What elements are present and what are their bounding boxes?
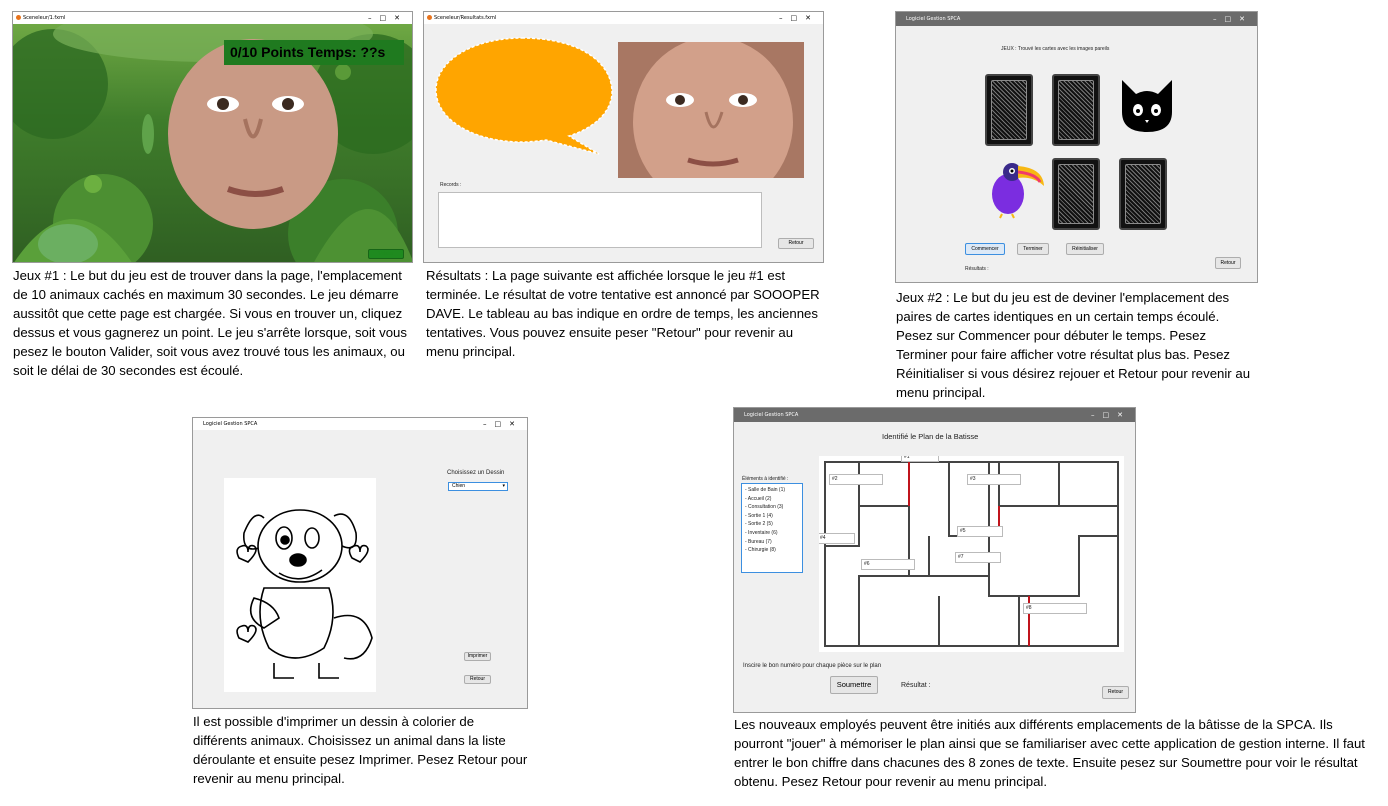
zone-input[interactable]: #8 [1023, 603, 1087, 614]
window-controls[interactable]: –□✕ [1091, 408, 1131, 422]
plan-window: Logiciel Gestion SPCA –□✕ Identifié le P… [733, 407, 1136, 713]
card-back[interactable] [1119, 158, 1167, 230]
soumettre-button[interactable]: Soumettre [830, 676, 878, 694]
game1-window-title: Sceneleur/1.fxml [23, 15, 66, 21]
chevron-down-icon: ▾ [502, 483, 505, 489]
plan-heading: Identifié le Plan de la Batisse [882, 432, 979, 441]
results-window: Sceneleur/Resultats.fxml –□✕ Records : R… [423, 11, 824, 263]
retour-button[interactable]: Retour [778, 238, 814, 249]
game1-titlebar: Sceneleur/1.fxml –□✕ [13, 12, 412, 24]
retour-button[interactable]: Retour [464, 675, 491, 684]
jungle-scene[interactable]: 0/10 Points Temps: ??s Valider [13, 24, 412, 262]
list-item[interactable]: - Inventaire (6) [742, 529, 802, 538]
face-photo [168, 39, 338, 229]
game2-titlebar: Logiciel Gestion SPCA –□✕ [896, 12, 1257, 26]
zone-input[interactable]: #3 [967, 474, 1021, 485]
dave-photo [618, 42, 804, 178]
valider-button[interactable]: Valider [368, 249, 404, 259]
card-back[interactable] [985, 74, 1033, 146]
coloring-window: Logiciel Gestion SPCA –□✕ Choisissez un … [192, 417, 528, 709]
reinitialiser-button[interactable]: Réinitialiser [1066, 243, 1104, 255]
zone-input[interactable]: #6 [861, 559, 915, 570]
drawing-select[interactable]: Chien ▾ [448, 482, 508, 491]
window-controls[interactable]: –□✕ [368, 12, 408, 24]
speech-bubble [435, 37, 613, 155]
game1-caption: Jeux #1 : Le but du jeu est de trouver d… [13, 268, 407, 378]
elements-list[interactable]: - Salle de Bain (1) - Accueil (2) - Cons… [741, 483, 803, 573]
plan-window-title: Logiciel Gestion SPCA [744, 412, 799, 418]
elements-list-label: Éléments à identifié : [742, 476, 789, 482]
coloring-window-title: Logiciel Gestion SPCA [203, 421, 258, 427]
plan-caption: Les nouveaux employés peuvent être initi… [734, 717, 1365, 789]
list-item[interactable]: - Sortie 1 (4) [742, 512, 802, 521]
retour-button[interactable]: Retour [1215, 257, 1241, 269]
dog-drawing [224, 478, 376, 692]
window-controls[interactable]: –□✕ [1213, 12, 1253, 26]
window-controls[interactable]: –□✕ [779, 12, 819, 24]
zone-input[interactable]: #5 [957, 526, 1003, 537]
zone-input[interactable]: #4 [819, 533, 855, 544]
list-item[interactable]: - Consultation (3) [742, 503, 802, 512]
card-back[interactable] [1052, 158, 1100, 230]
zone-input[interactable]: #1 [901, 456, 939, 462]
game2-window: Logiciel Gestion SPCA –□✕ JEUX : Trouvé … [895, 11, 1258, 283]
game2-heading: JEUX : Trouvé les cartes avec les images… [1001, 46, 1110, 52]
retour-button[interactable]: Retour [1102, 686, 1129, 699]
card-back[interactable] [1052, 74, 1100, 146]
zone-input[interactable]: #2 [829, 474, 883, 485]
results-caption: Résultats : La page suivante est affiché… [426, 268, 820, 359]
score-time-label: 0/10 Points Temps: ??s [230, 44, 386, 60]
list-item[interactable]: - Accueil (2) [742, 495, 802, 504]
resultats-label: Résultats : [965, 266, 989, 272]
floor-plan: #1 #2 #3 #4 #5 #6 #7 #8 [819, 456, 1124, 652]
terminer-button[interactable]: Terminer [1017, 243, 1049, 255]
results-window-title: Sceneleur/Resultats.fxml [434, 15, 497, 21]
window-controls[interactable]: –□✕ [483, 418, 523, 430]
imprimer-button[interactable]: Imprimer [464, 652, 491, 661]
plan-instruction: Inscire le bon numéro pour chaque pièce … [743, 663, 882, 669]
coloring-titlebar: Logiciel Gestion SPCA –□✕ [193, 418, 527, 430]
game2-caption: Jeux #2 : Le but du jeu est de deviner l… [896, 290, 1251, 400]
app-icon [16, 15, 21, 20]
zone-input[interactable]: #7 [955, 552, 1001, 563]
list-item[interactable]: - Sortie 2 (5) [742, 520, 802, 529]
plan-titlebar: Logiciel Gestion SPCA –□✕ [734, 408, 1135, 422]
records-label: Records : [440, 182, 462, 188]
list-item[interactable]: - Salle de Bain (1) [742, 486, 802, 495]
resultat-label: Résultat : [901, 682, 931, 689]
score-panel: 0/10 Points Temps: ??s [224, 40, 404, 65]
results-titlebar: Sceneleur/Resultats.fxml –□✕ [424, 12, 823, 24]
coloring-caption: Il est possible d'imprimer un dessin à c… [193, 714, 528, 786]
game2-window-title: Logiciel Gestion SPCA [906, 16, 961, 22]
toucan-card[interactable] [988, 158, 1048, 220]
list-item[interactable]: - Bureau (7) [742, 538, 802, 547]
records-table[interactable] [438, 192, 762, 248]
app-icon [427, 15, 432, 20]
choose-drawing-label: Choisissez un Dessin [447, 470, 505, 476]
game1-window: Sceneleur/1.fxml –□✕ 0/10 Points Temps: … [12, 11, 413, 263]
commencer-button[interactable]: Commencer [965, 243, 1005, 255]
cat-card[interactable] [1116, 74, 1178, 136]
drawing-select-value: Chien [452, 483, 466, 489]
list-item[interactable]: - Chirurgie (8) [742, 546, 802, 555]
